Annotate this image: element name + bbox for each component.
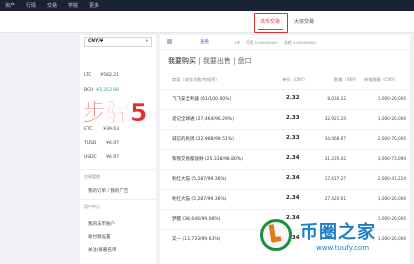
- watermark: 币圈之家 www.tuufy.com: [260, 214, 412, 262]
- quantity: 34,068.67: [324, 136, 346, 141]
- avatar: [167, 39, 172, 44]
- menu-group-trade: 交易管理: [84, 174, 100, 179]
- unit-price: 2.33: [286, 135, 300, 141]
- row-divider: [160, 209, 410, 210]
- coin-price: ¥6.97: [106, 155, 119, 160]
- merchant-name[interactable]: 利红大猫 (5,287/99.36%): [172, 196, 227, 202]
- header-qty: 数量（XRP）: [334, 77, 360, 82]
- header-price: 单价（CNY）: [282, 77, 308, 82]
- coin-name: LTC: [84, 73, 92, 78]
- trade-tabs: 我要购买 | 我要出售 | 盘口: [168, 56, 252, 66]
- tab-market[interactable]: 盘口: [238, 57, 252, 65]
- merchant-name[interactable]: 和我交易都放财 (25,338/98.80%): [172, 156, 243, 162]
- user-link[interactable]: 查看: [200, 39, 209, 45]
- tab-buy[interactable]: 我要购买: [168, 57, 196, 65]
- nav-trade[interactable]: 交易: [47, 2, 57, 9]
- watermark-title: 币圈之家: [300, 222, 376, 243]
- row-divider: [160, 109, 410, 110]
- merchant-name[interactable]: 梦醒 (38,646/99.08%): [172, 216, 220, 222]
- currency-select-value: CNY/¥: [88, 39, 104, 44]
- left-panel: CNY/¥ ▾ LTC ¥582.21 BCH ¥3,353.98 ETC ¥3…: [80, 35, 156, 264]
- menu-item-follow-block[interactable]: 关注/屏蔽名单: [88, 247, 117, 253]
- coin-name: USDC: [84, 155, 97, 160]
- vip-label: VIP: [234, 40, 241, 45]
- limit-range: 3,000-73,090: [377, 156, 406, 161]
- chevron-down-icon: ▾: [145, 39, 148, 44]
- coin-price: ¥582.21: [100, 73, 119, 78]
- quantity: 32,921.24: [324, 116, 346, 121]
- unit-price: 2.33: [286, 115, 300, 121]
- menu-item-orders[interactable]: 我的订单 / 我的广告: [88, 188, 128, 194]
- limit-range: 1,000-20,000: [377, 116, 406, 121]
- nav-more[interactable]: 更多: [89, 2, 99, 9]
- quantity: 8,030.22: [327, 96, 346, 101]
- row-divider: [160, 89, 410, 90]
- merchant-name[interactable]: 又一 (13,733/99.63%): [172, 236, 220, 242]
- limit-range: 2,000-41,224: [377, 176, 406, 181]
- limit-range: 2,000-70,000: [377, 136, 406, 141]
- top-nav: 资产 行情 交易 学院 更多: [0, 0, 414, 11]
- nav-assets[interactable]: 资产: [5, 2, 15, 9]
- tab-sell[interactable]: 我要出售: [203, 57, 231, 65]
- merchant-name[interactable]: 利红大猫 (5,287/99.36%): [172, 176, 227, 182]
- quantity: 27,420.61: [324, 196, 346, 201]
- coin-price: ¥6.97: [106, 141, 119, 146]
- nav-market[interactable]: 行情: [26, 2, 36, 9]
- menu-group-user: 用户中心: [84, 204, 100, 209]
- currency-select[interactable]: CNY/¥ ▾: [84, 37, 152, 47]
- unit-price: 2.34: [286, 195, 300, 201]
- nav-academy[interactable]: 学院: [68, 2, 78, 9]
- row-divider: [160, 129, 410, 130]
- divider: [160, 49, 410, 50]
- merchant-name[interactable]: 诺记全球通 (27,464/96.29%): [172, 116, 234, 122]
- highlight-box: [254, 13, 288, 33]
- divider: [80, 169, 156, 170]
- available-balance: 可用 0.00000000: [246, 40, 278, 45]
- row-divider: [160, 189, 410, 190]
- unit-price: 2.34: [286, 155, 300, 161]
- unit-price: 2.32: [286, 95, 300, 101]
- watermark-logo-icon: [260, 219, 292, 251]
- row-divider: [160, 169, 410, 170]
- header-merchant: 商家（成交次数/完成率）: [172, 77, 220, 82]
- limit-range: 1,000-20,000: [377, 96, 406, 101]
- divider: [80, 199, 156, 200]
- quantity: 31,235.42: [324, 156, 346, 161]
- tab-divider: |: [198, 57, 201, 65]
- coin-name: TUSD: [84, 141, 97, 146]
- watermark-url: www.tuufy.com: [316, 244, 370, 252]
- header-limit: 单笔限额（CNY）: [364, 77, 398, 82]
- frozen-balance: 冻结 0.00000000: [284, 40, 316, 45]
- tab-divider: |: [233, 57, 236, 65]
- merchant-name[interactable]: 飞飞安全利器 (61/100.00%): [172, 96, 231, 102]
- unit-price: 2.34: [286, 175, 300, 181]
- step-label: 步骤5: [82, 98, 148, 128]
- merchant-name[interactable]: 诚信的民周 (22,988/99.51%): [172, 136, 234, 142]
- row-divider: [160, 149, 410, 150]
- menu-item-payment[interactable]: 收付款设置: [88, 234, 111, 240]
- sub-nav-bar: [0, 11, 414, 33]
- quantity: 17,617.27: [324, 176, 346, 181]
- menu-item-account[interactable]: 我的法币账户: [88, 221, 115, 227]
- limit-range: 1,000-20,000: [377, 196, 406, 201]
- tab-otc-trade[interactable]: 大宗交易: [294, 18, 314, 25]
